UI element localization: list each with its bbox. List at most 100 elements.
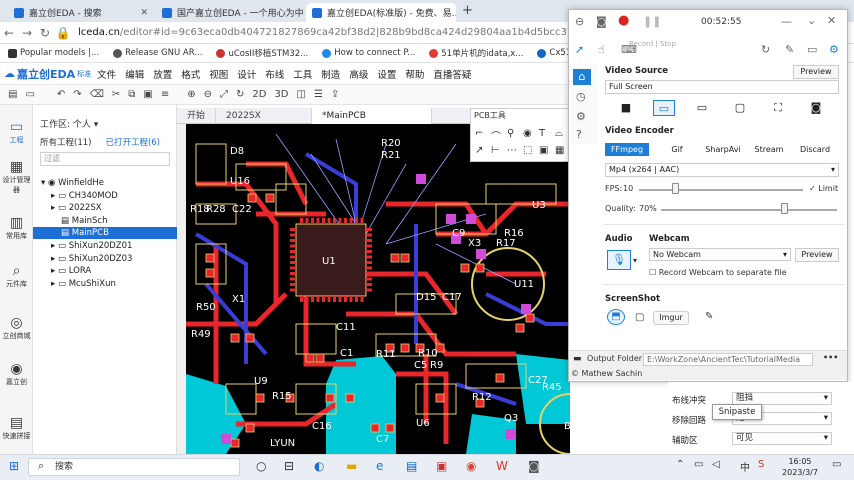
expand-icon[interactable]: ⌄ xyxy=(807,14,816,27)
doc-tab-2022sx[interactable]: 2022SX xyxy=(216,108,313,124)
codec-select[interactable]: Mp4 (x264 | AAC) ▾ xyxy=(605,163,839,177)
menu-advanced[interactable]: 高级 xyxy=(349,67,368,81)
window-source-icon[interactable]: ▢ xyxy=(729,100,751,116)
view-3d-button[interactable]: 3D xyxy=(274,89,288,100)
rail-jlc[interactable]: ◉ 嘉立创 xyxy=(0,361,33,387)
tree-item[interactable]: ▾ ◉ WinfieldHe xyxy=(33,177,177,189)
grid-tool-icon[interactable]: ⋯ xyxy=(507,145,517,156)
rail-project[interactable]: ▭ 工程 xyxy=(0,119,33,145)
tree-item[interactable]: ▸ ▭ ShiXun20DZ03 xyxy=(33,253,177,265)
tray-chevron-icon[interactable]: ⌃ xyxy=(676,459,684,470)
pen-icon[interactable]: ✎ xyxy=(785,43,794,56)
screenshot-icon[interactable]: ◙ xyxy=(596,15,607,28)
minimize-icon[interactable]: — xyxy=(781,15,792,28)
doc-tab-start[interactable]: 开始 xyxy=(177,108,217,124)
tab-all-projects[interactable]: 所有工程(11) xyxy=(40,136,91,148)
via-tool-icon[interactable]: ◉ xyxy=(523,128,532,139)
align-icon[interactable]: ≡ xyxy=(161,89,169,100)
track-tool-icon[interactable]: ⌐ xyxy=(475,128,483,139)
encoder-stream[interactable]: Stream xyxy=(747,143,791,156)
forward-icon[interactable]: → xyxy=(18,26,36,40)
history-icon[interactable]: ◷ xyxy=(576,90,586,103)
tab-open-projects[interactable]: 已打开工程(6) xyxy=(105,136,160,148)
redo-icon[interactable]: ↷ xyxy=(73,89,81,100)
click-icon[interactable]: ☝ xyxy=(598,43,605,56)
bookmark-item[interactable]: 51单片机的idata,x... xyxy=(429,47,523,59)
menu-fabrication[interactable]: 制造 xyxy=(321,67,340,81)
paste-icon[interactable]: ▣ xyxy=(143,89,152,100)
webcam-select[interactable]: No Webcam ▾ xyxy=(649,248,791,261)
output-folder-field[interactable]: E:\WorkZone\AncientTec\TutorialMedia xyxy=(643,353,813,366)
lock-icon[interactable]: 🔒 xyxy=(54,26,72,40)
region-source-icon[interactable]: ⛶ xyxy=(767,100,789,116)
browser-tab-intro[interactable]: 国产嘉立创EDA - 一个用心为中国… ✕ xyxy=(156,3,304,22)
layers-icon[interactable]: ☰ xyxy=(314,89,323,100)
view-2d-button[interactable]: 2D xyxy=(252,89,266,100)
tree-item[interactable]: ▸ ▭ CH340MOD xyxy=(33,190,177,202)
tree-item[interactable]: ▤ MainPCB xyxy=(33,227,177,240)
menu-place[interactable]: 放置 xyxy=(153,67,172,81)
record-icon[interactable]: ● xyxy=(618,13,629,28)
wire-tool-icon[interactable]: ⌒ xyxy=(491,128,501,143)
zoom-in-icon[interactable]: ⊕ xyxy=(187,89,195,100)
bookmark-item[interactable]: uCosII移植STM32... xyxy=(216,47,308,59)
pcb-canvas[interactable]: R20 R21 D8 U16 R18 R28 C22 U1 U3 C9 R16 X3 R17 X1 R50 C… xyxy=(186,124,570,454)
menu-live-qa[interactable]: 直播答疑 xyxy=(433,67,471,81)
clipboard-icon[interactable]: ▢ xyxy=(635,312,644,323)
monitor-source-icon[interactable]: ▭ xyxy=(691,100,713,116)
menu-settings[interactable]: 设置 xyxy=(377,67,396,81)
recorder-app-icon[interactable]: ◙ xyxy=(528,459,540,473)
menu-file[interactable]: 文件 xyxy=(97,67,116,81)
webcam-preview-button[interactable]: Preview xyxy=(795,248,839,262)
pad-tool-icon[interactable]: ⚲ xyxy=(507,128,514,139)
menu-format[interactable]: 格式 xyxy=(181,67,200,81)
fps-slider[interactable] xyxy=(639,189,803,191)
browser-tab-editor[interactable]: 嘉立创EDA(标准版) - 免费、易… ✕ xyxy=(306,3,456,22)
store-icon[interactable]: ▤ xyxy=(406,459,417,473)
quality-slider-handle[interactable] xyxy=(781,203,789,214)
bookmark-item[interactable]: How to connect P... xyxy=(322,48,415,58)
bookmark-item[interactable]: Release GNU AR... xyxy=(113,48,202,58)
widgets-icon[interactable]: ⊟ xyxy=(284,459,294,473)
workspace-selector[interactable]: 工作区: 个人 ▾ xyxy=(40,117,98,130)
rail-component-library[interactable]: ⌕ 元件库 xyxy=(0,263,33,289)
audio-dropdown-icon[interactable]: ▾ xyxy=(633,256,637,265)
dimension-tool-icon[interactable]: ⊢ xyxy=(491,145,500,156)
close-icon[interactable]: ✕ xyxy=(140,8,148,18)
undo-icon[interactable]: ↶ xyxy=(57,89,65,100)
tray-app-icon[interactable]: S xyxy=(758,459,764,470)
zoom-out-icon[interactable]: ⊖ xyxy=(204,89,212,100)
limit-checkbox[interactable]: ✓ Limit xyxy=(809,184,838,193)
filter-input[interactable]: 过滤 xyxy=(40,152,170,166)
file-explorer-icon[interactable]: ▬ xyxy=(346,459,357,473)
tree-item[interactable]: ▤ MainSch xyxy=(33,215,177,227)
menu-route[interactable]: 布线 xyxy=(265,67,284,81)
menu-tools[interactable]: 工具 xyxy=(293,67,312,81)
task-view-icon[interactable]: ○ xyxy=(256,459,266,473)
tree-item[interactable]: ▸ ▭ ShiXun20DZ01 xyxy=(33,240,177,252)
refresh-icon[interactable]: ↻ xyxy=(761,43,770,56)
bookmark-item[interactable]: Popular models |... xyxy=(8,48,99,58)
taskbar-search[interactable]: 搜索 xyxy=(28,458,240,476)
region-tool-icon[interactable]: ⬚ xyxy=(523,145,532,156)
menu-edit[interactable]: 编辑 xyxy=(125,67,144,81)
menu-design[interactable]: 设计 xyxy=(237,67,256,81)
folder-icon[interactable]: ▭ xyxy=(807,43,817,56)
share-icon[interactable]: ⇪ xyxy=(331,89,339,100)
speaker-icon[interactable]: ◁ xyxy=(712,459,720,470)
canvas-scrollbar[interactable] xyxy=(177,124,186,454)
copy-icon[interactable]: ⧉ xyxy=(128,89,135,100)
pause-icon[interactable]: ❚❚ xyxy=(643,15,661,28)
tree-item[interactable]: ▸ ▭ 2022SX xyxy=(33,202,177,214)
back-icon[interactable]: ← xyxy=(0,26,18,40)
arc-tool-icon[interactable]: ⌓ xyxy=(555,128,563,139)
rail-lcsc-mall[interactable]: ◎ 立创商城 xyxy=(0,315,33,341)
camera-source-icon[interactable]: ■ xyxy=(615,100,637,116)
save-icon[interactable]: ▤ xyxy=(8,89,17,100)
ime-indicator[interactable]: 中 xyxy=(740,459,750,474)
collapse-icon[interactable]: ⊖ xyxy=(575,15,584,28)
wps-icon[interactable]: W xyxy=(496,459,508,473)
tree-item[interactable]: ▸ ▭ McuShiXun xyxy=(33,278,177,290)
browse-button[interactable]: ••• xyxy=(823,353,838,362)
reload-icon[interactable]: ↻ xyxy=(36,26,54,40)
